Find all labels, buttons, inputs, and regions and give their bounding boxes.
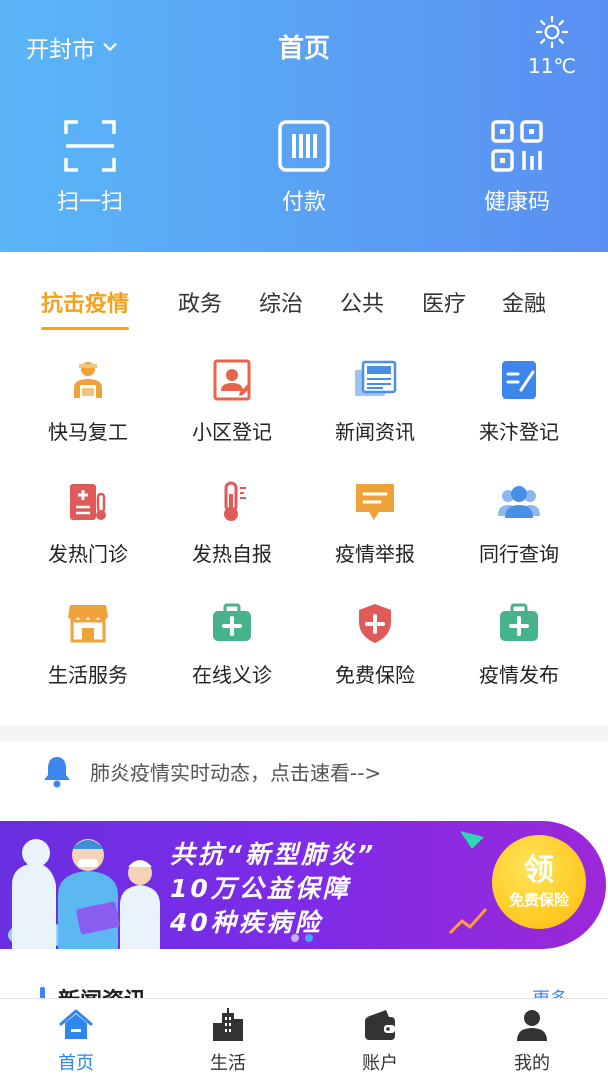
service-life-service[interactable]: 生活服务 xyxy=(13,601,163,688)
report-icon xyxy=(356,484,394,520)
service-companion-query[interactable]: 同行查询 xyxy=(444,480,594,567)
news-more-link[interactable]: 更多 xyxy=(532,985,568,999)
service-community-register[interactable]: 小区登记 xyxy=(157,358,307,445)
news-icon xyxy=(355,360,397,396)
badge-label: 免费保险 xyxy=(508,891,569,909)
shop-icon xyxy=(68,605,108,643)
checklist-icon xyxy=(502,361,536,399)
service-label: 生活服务 xyxy=(48,663,128,687)
nav-label: 账户 xyxy=(362,1053,398,1074)
notice-text: 肺炎疫情实时动态，点击速看--> xyxy=(90,760,382,785)
free-insurance-badge[interactable]: 领 免费保险 xyxy=(492,835,586,929)
service-label: 在线义诊 xyxy=(192,663,272,687)
service-epidemic-report[interactable]: 疫情举报 xyxy=(300,480,450,567)
sun-icon xyxy=(535,15,569,49)
nav-label: 我的 xyxy=(514,1053,550,1074)
header: 开封市 首页 11℃ 扫一扫 付款 健康码 xyxy=(0,0,608,252)
service-label: 疫情举报 xyxy=(335,542,415,566)
weather-widget[interactable]: 11℃ xyxy=(522,14,582,78)
news-section-header: 新闻资讯 更多 xyxy=(0,969,608,999)
service-label: 快马复工 xyxy=(48,420,128,444)
wallet-icon xyxy=(365,1010,395,1040)
nav-label: 生活 xyxy=(210,1053,246,1074)
service-label: 来汴登记 xyxy=(479,420,559,444)
payment-button[interactable]: 付款 xyxy=(239,118,369,216)
health-code-label: 健康码 xyxy=(483,190,550,215)
news-section-title: 新闻资讯 xyxy=(58,983,146,999)
shield-icon xyxy=(359,604,391,643)
category-tabs: 抗击疫情 政务 综治 公共 医疗 金融 xyxy=(0,286,608,336)
carousel-dot-active[interactable] xyxy=(305,934,313,942)
nav-label: 首页 xyxy=(58,1053,94,1074)
nav-account[interactable]: 账户 xyxy=(304,1007,456,1075)
scan-label: 扫一扫 xyxy=(56,190,123,215)
thermometer-icon xyxy=(224,481,246,521)
badge-claim-text: 领 xyxy=(524,853,554,888)
medical-staff-illustration xyxy=(8,839,160,949)
home-icon xyxy=(59,1009,93,1039)
tab-governance[interactable]: 综治 xyxy=(259,286,303,318)
scan-icon xyxy=(64,120,116,172)
page-title: 首页 xyxy=(277,34,330,64)
service-label: 发热门诊 xyxy=(48,542,128,566)
service-epidemic-release[interactable]: 疫情发布 xyxy=(444,601,594,688)
carousel-indicators xyxy=(291,934,313,942)
nav-home[interactable]: 首页 xyxy=(0,1007,152,1075)
bottom-navigation: 首页 生活 账户 我的 xyxy=(0,998,608,1081)
carousel-dot[interactable] xyxy=(291,934,299,942)
tab-medical[interactable]: 医疗 xyxy=(422,286,466,318)
service-fever-clinic[interactable]: 发热门诊 xyxy=(13,480,163,567)
registration-icon xyxy=(213,359,251,401)
nav-mine[interactable]: 我的 xyxy=(456,1007,608,1075)
clinic-icon xyxy=(70,484,106,520)
health-code-button[interactable]: 健康码 xyxy=(452,118,582,216)
tab-fight-epidemic[interactable]: 抗击疫情 xyxy=(41,286,130,330)
buildings-icon xyxy=(213,1008,243,1041)
decoration-zigzag xyxy=(448,908,488,935)
banner-section: 共抗“新型肺炎” 10万公益保障 40种疾病险 领 免费保险 xyxy=(0,801,608,969)
services-panel: 抗击疫情 政务 综治 公共 医疗 金融 快马复工 小区登记 新闻资讯 来汴登记 … xyxy=(0,252,608,725)
service-label: 新闻资讯 xyxy=(335,420,415,444)
payment-label: 付款 xyxy=(281,190,326,215)
service-label: 发热自报 xyxy=(192,542,272,566)
service-news[interactable]: 新闻资讯 xyxy=(300,358,450,445)
banner-line-1: 共抗“新型肺炎” xyxy=(170,840,377,869)
epidemic-notice[interactable]: 肺炎疫情实时动态，点击速看--> xyxy=(0,741,608,801)
worker-icon xyxy=(74,362,102,398)
service-label: 同行查询 xyxy=(479,542,559,566)
decoration-triangle xyxy=(460,831,484,849)
payment-icon xyxy=(278,120,330,172)
service-free-insurance[interactable]: 免费保险 xyxy=(300,601,450,688)
group-icon xyxy=(498,486,540,518)
tab-government[interactable]: 政务 xyxy=(178,286,222,318)
service-fever-report[interactable]: 发热自报 xyxy=(157,480,307,567)
bell-icon xyxy=(44,757,70,788)
banner-line-2: 10万公益保障 xyxy=(170,874,351,903)
user-icon xyxy=(517,1010,547,1041)
scan-button[interactable]: 扫一扫 xyxy=(25,118,155,216)
service-label: 小区登记 xyxy=(192,420,272,444)
promo-banner[interactable]: 共抗“新型肺炎” 10万公益保障 40种疾病险 领 免费保险 xyxy=(0,821,606,949)
service-online-consultation[interactable]: 在线义诊 xyxy=(157,601,307,688)
qr-code-icon xyxy=(491,120,543,172)
medkit-icon xyxy=(500,603,538,641)
temperature: 11℃ xyxy=(528,54,576,78)
tab-finance[interactable]: 金融 xyxy=(502,286,546,318)
service-label: 疫情发布 xyxy=(479,663,559,687)
service-arrival-register[interactable]: 来汴登记 xyxy=(444,358,594,445)
service-label: 免费保险 xyxy=(335,663,415,687)
nav-life[interactable]: 生活 xyxy=(152,1007,304,1075)
medkit-icon xyxy=(213,603,251,641)
tab-public[interactable]: 公共 xyxy=(340,286,384,318)
service-resume-work[interactable]: 快马复工 xyxy=(13,358,163,445)
